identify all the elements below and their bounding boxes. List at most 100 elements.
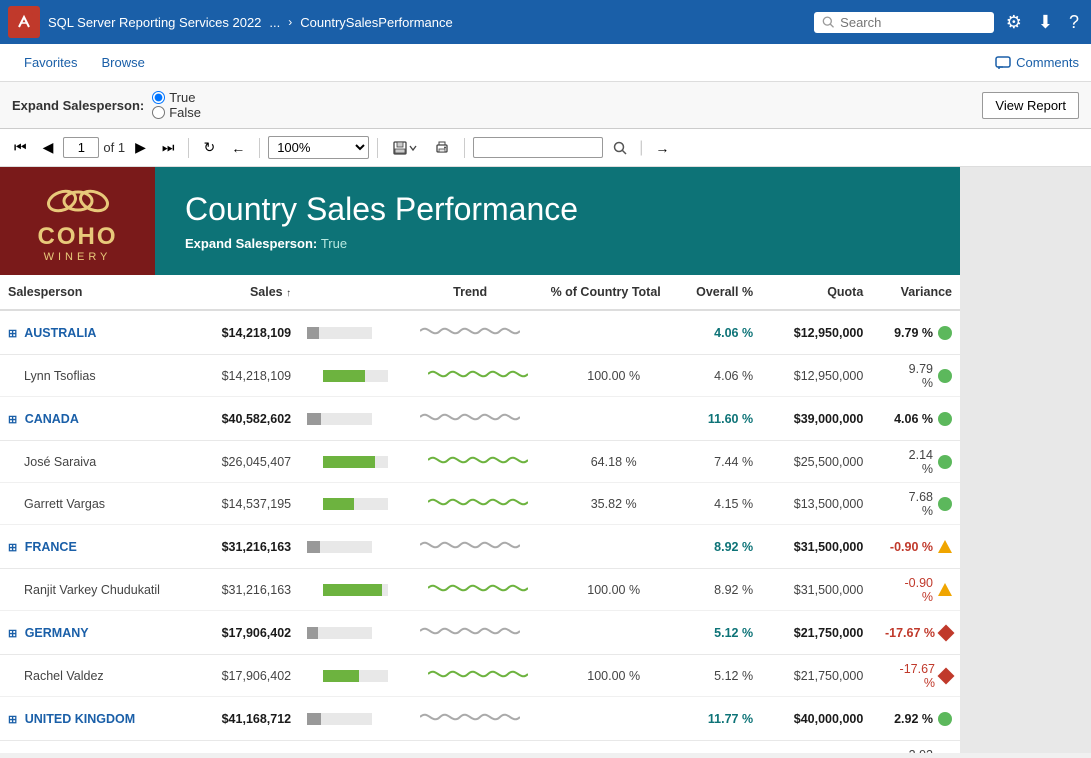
salesperson-name-cell: Ranjit Varkey Chudukatil (0, 569, 178, 611)
salesperson-variance-value: -17.67 % (895, 662, 935, 690)
expand-button[interactable]: ⊞ (8, 628, 17, 640)
country-variance-value: -0.90 % (890, 540, 933, 554)
salesperson-variance: 7.68 % (871, 483, 960, 525)
salesperson-name-cell: José Saraiva (0, 441, 178, 483)
salesperson-pct: 100.00 % (539, 355, 671, 397)
country-sales: $40,582,602 (178, 397, 299, 441)
salesperson-sales: $41,168,712 (178, 741, 299, 754)
toolbar-separator-3 (377, 138, 378, 158)
view-report-button[interactable]: View Report (982, 92, 1079, 119)
salesperson-pct: 100.00 % (539, 655, 671, 697)
browse-link[interactable]: Browse (89, 44, 156, 81)
true-radio-input[interactable] (152, 91, 165, 104)
country-bar (299, 611, 401, 655)
salesperson-bar (299, 441, 401, 483)
refresh-button[interactable]: ↻ (197, 135, 221, 160)
salesperson-trend (401, 741, 540, 754)
salesperson-trend (401, 569, 540, 611)
salesperson-pct: 100.00 % (539, 741, 671, 754)
save-button[interactable] (386, 136, 424, 160)
true-radio-option[interactable]: True (152, 90, 201, 105)
find-next-button[interactable]: → (649, 136, 675, 160)
next-page-button[interactable]: ▶ (129, 135, 152, 160)
comments-button[interactable]: Comments (995, 55, 1079, 70)
save-dropdown-icon (408, 143, 418, 153)
download-button[interactable]: ⬇ (1034, 8, 1057, 37)
country-variance-value: 9.79 % (894, 326, 933, 340)
winery-text: WINERY (44, 251, 112, 263)
country-variance: -17.67 % (871, 611, 960, 655)
search-icon (822, 15, 834, 29)
country-trend (401, 611, 540, 655)
favorites-link[interactable]: Favorites (12, 44, 89, 81)
salesperson-trend (401, 355, 540, 397)
settings-button[interactable]: ⚙ (1002, 8, 1026, 37)
country-variance: -0.90 % (871, 525, 960, 569)
salesperson-variance: 9.79 % (871, 355, 960, 397)
last-page-button[interactable]: ⏭ (156, 135, 181, 160)
country-overall: 11.60 % (672, 397, 761, 441)
search-box[interactable] (814, 12, 994, 33)
coho-logo-icon (42, 179, 114, 223)
salesperson-quota: $31,500,000 (761, 569, 871, 611)
country-name-cell: ⊞ UNITED KINGDOM (0, 697, 178, 741)
country-quota: $12,950,000 (761, 310, 871, 355)
indicator-yellow (938, 540, 952, 553)
indicator-green (938, 369, 952, 383)
country-variance: 9.79 % (871, 310, 960, 355)
toolbar-separator-1 (188, 138, 189, 158)
back-button[interactable]: ← (225, 136, 251, 160)
report-header: COHO WINERY Country Sales Performance Ex… (0, 167, 960, 275)
search-input[interactable] (840, 15, 986, 30)
report-title-area: Country Sales Performance Expand Salespe… (155, 167, 608, 275)
zoom-select[interactable]: 100% 50% 75% 125% 150% 200% Page Width W… (268, 136, 369, 159)
expand-button[interactable]: ⊞ (8, 414, 17, 426)
find-text-input[interactable] (473, 137, 603, 158)
country-label: GERMANY (25, 626, 89, 640)
country-overall: 4.06 % (672, 310, 761, 355)
salesperson-name-cell: Lynn Tsoflias (0, 355, 178, 397)
print-button[interactable] (428, 136, 456, 160)
secondary-navigation: Favorites Browse Comments (0, 44, 1091, 82)
country-label: AUSTRALIA (24, 326, 96, 340)
salesperson-bar (299, 569, 401, 611)
print-icon (434, 140, 450, 156)
find-button[interactable] (607, 137, 633, 159)
country-sales: $31,216,163 (178, 525, 299, 569)
country-row: ⊞ AUSTRALIA $14,218,109 4.06 % $12,950,0… (0, 310, 960, 355)
sales-table: Salesperson Sales ↑ Trend % of Country T… (0, 275, 960, 753)
comments-label: Comments (1016, 55, 1079, 70)
sales-header[interactable]: Sales ↑ (178, 275, 299, 310)
salesperson-name-cell: Jae Pak (0, 741, 178, 754)
country-name-cell: ⊞ CANADA (0, 397, 178, 441)
false-radio-label: False (169, 105, 201, 120)
app-logo (8, 6, 40, 38)
country-row: ⊞ FRANCE $31,216,163 8.92 % $31,500,000 … (0, 525, 960, 569)
salesperson-sales: $14,537,195 (178, 483, 299, 525)
help-button[interactable]: ? (1065, 8, 1083, 37)
report-main-title: Country Sales Performance (185, 191, 578, 228)
false-radio-option[interactable]: False (152, 105, 201, 120)
indicator-green (938, 326, 952, 340)
expand-button[interactable]: ⊞ (8, 714, 17, 726)
false-radio-input[interactable] (152, 106, 165, 119)
salesperson-overall: 7.44 % (672, 441, 761, 483)
breadcrumb-dots: ... (269, 15, 280, 30)
salesperson-pct: 64.18 % (539, 441, 671, 483)
salesperson-sales: $31,216,163 (178, 569, 299, 611)
country-bar (299, 397, 401, 441)
expand-button[interactable]: ⊞ (8, 328, 17, 340)
salesperson-variance-value: 7.68 % (895, 490, 933, 518)
find-separator: | (639, 139, 643, 157)
report-area[interactable]: COHO WINERY Country Sales Performance Ex… (0, 167, 1091, 753)
first-page-button[interactable]: ⏮ (8, 135, 33, 160)
prev-page-button[interactable]: ◀ (37, 135, 60, 160)
expand-button[interactable]: ⊞ (8, 542, 17, 554)
indicator-green (938, 412, 952, 426)
salesperson-name-cell: Garrett Vargas (0, 483, 178, 525)
country-pct (539, 310, 671, 355)
page-number-input[interactable] (63, 137, 99, 158)
salesperson-variance-value: 2.92 % (895, 748, 933, 754)
table-row: José Saraiva $26,045,407 64.18 % 7.44 % … (0, 441, 960, 483)
country-variance: 4.06 % (871, 397, 960, 441)
